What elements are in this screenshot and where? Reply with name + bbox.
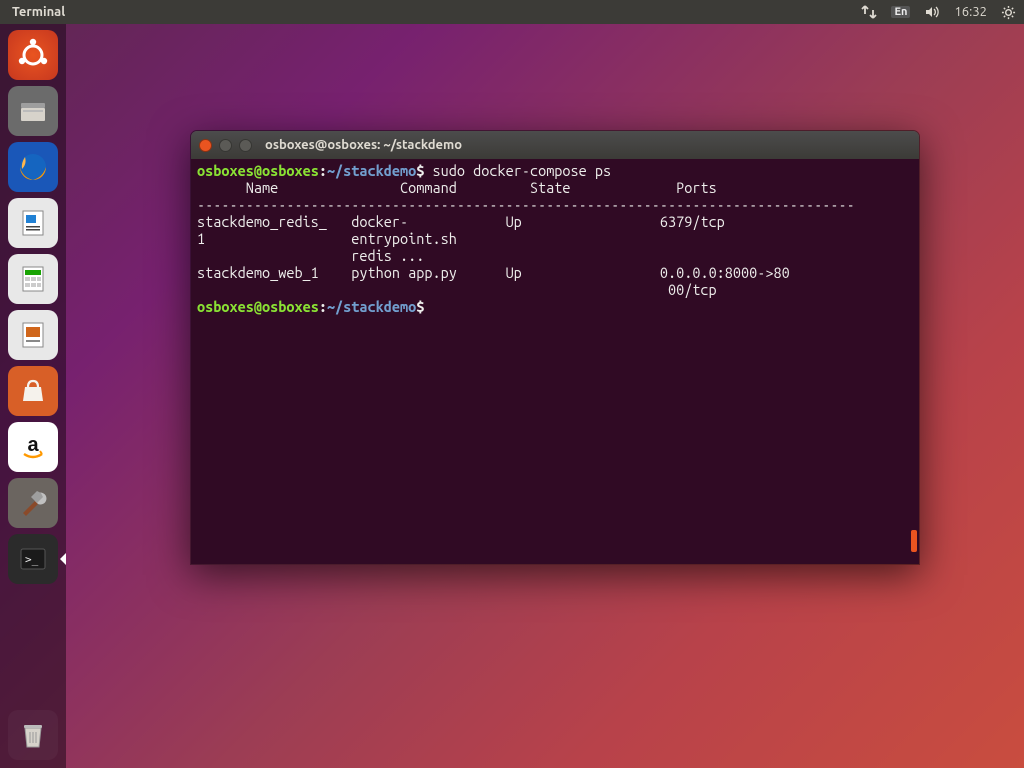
launcher-firefox[interactable] <box>8 142 58 192</box>
language-indicator[interactable]: En <box>891 6 910 18</box>
prompt-path: ~/stackdemo <box>327 298 416 315</box>
terminal-window: osboxes@osboxes: ~/stackdemo osboxes@osb… <box>190 130 920 565</box>
launcher-software[interactable] <box>8 366 58 416</box>
launcher: a >_ <box>0 24 66 768</box>
row-command: docker- <box>351 213 505 230</box>
prompt-path: ~/stackdemo <box>327 162 416 179</box>
launcher-terminal[interactable]: >_ <box>8 534 58 584</box>
sound-icon[interactable] <box>924 4 940 20</box>
prompt-colon: : <box>319 298 327 315</box>
svg-text:>_: >_ <box>25 553 39 566</box>
col-header-ports: Ports <box>595 179 790 196</box>
network-icon[interactable] <box>861 4 877 20</box>
prompt-user: osboxes <box>197 162 254 179</box>
row-name: stackdemo_web_1 <box>197 264 351 281</box>
scrollbar-thumb[interactable] <box>911 530 917 552</box>
prompt-at: @ <box>254 298 262 315</box>
row-name: stackdemo_redis_ <box>197 213 351 230</box>
launcher-impress[interactable] <box>8 310 58 360</box>
prompt-host: osboxes <box>262 298 319 315</box>
prompt-user: osboxes <box>197 298 254 315</box>
entered-command: sudo docker-compose ps <box>424 162 611 179</box>
window-maximize-button[interactable] <box>239 139 252 152</box>
window-minimize-button[interactable] <box>219 139 232 152</box>
terminal-title: osboxes@osboxes: ~/stackdemo <box>265 138 462 152</box>
row-cont: 00/tcp <box>197 281 847 298</box>
prompt-colon: : <box>319 162 327 179</box>
row-ports: 6379/tcp <box>587 213 855 230</box>
terminal-titlebar[interactable]: osboxes@osboxes: ~/stackdemo <box>191 131 919 159</box>
launcher-amazon[interactable]: a <box>8 422 58 472</box>
col-header-state: State <box>514 179 595 196</box>
top-panel: Terminal En 16:32 <box>0 0 1024 24</box>
row-cont: redis ... <box>197 247 830 264</box>
output-divider: ----------------------------------------… <box>197 196 855 213</box>
launcher-files[interactable] <box>8 86 58 136</box>
col-header-name: Name <box>197 179 359 196</box>
row-command: python app.py <box>351 264 505 281</box>
row-cont: 1 entrypoint.sh <box>197 230 830 247</box>
window-close-button[interactable] <box>199 139 212 152</box>
gear-icon[interactable] <box>1001 5 1016 20</box>
launcher-calc[interactable] <box>8 254 58 304</box>
row-ports: 0.0.0.0:8000->80 <box>587 264 847 281</box>
prompt-at: @ <box>254 162 262 179</box>
clock[interactable]: 16:32 <box>954 5 987 19</box>
terminal-body[interactable]: osboxes@osboxes:~/stackdemo$ sudo docker… <box>191 159 919 564</box>
prompt-host: osboxes <box>262 162 319 179</box>
launcher-settings[interactable] <box>8 478 58 528</box>
col-header-command: Command <box>359 179 513 196</box>
svg-text:a: a <box>27 434 39 456</box>
launcher-dash[interactable] <box>8 30 58 80</box>
row-state: Up <box>506 264 587 281</box>
active-app-label: Terminal <box>12 5 65 19</box>
launcher-trash[interactable] <box>8 710 58 760</box>
row-state: Up <box>506 213 587 230</box>
prompt-dollar: $ <box>416 298 424 315</box>
launcher-writer[interactable] <box>8 198 58 248</box>
